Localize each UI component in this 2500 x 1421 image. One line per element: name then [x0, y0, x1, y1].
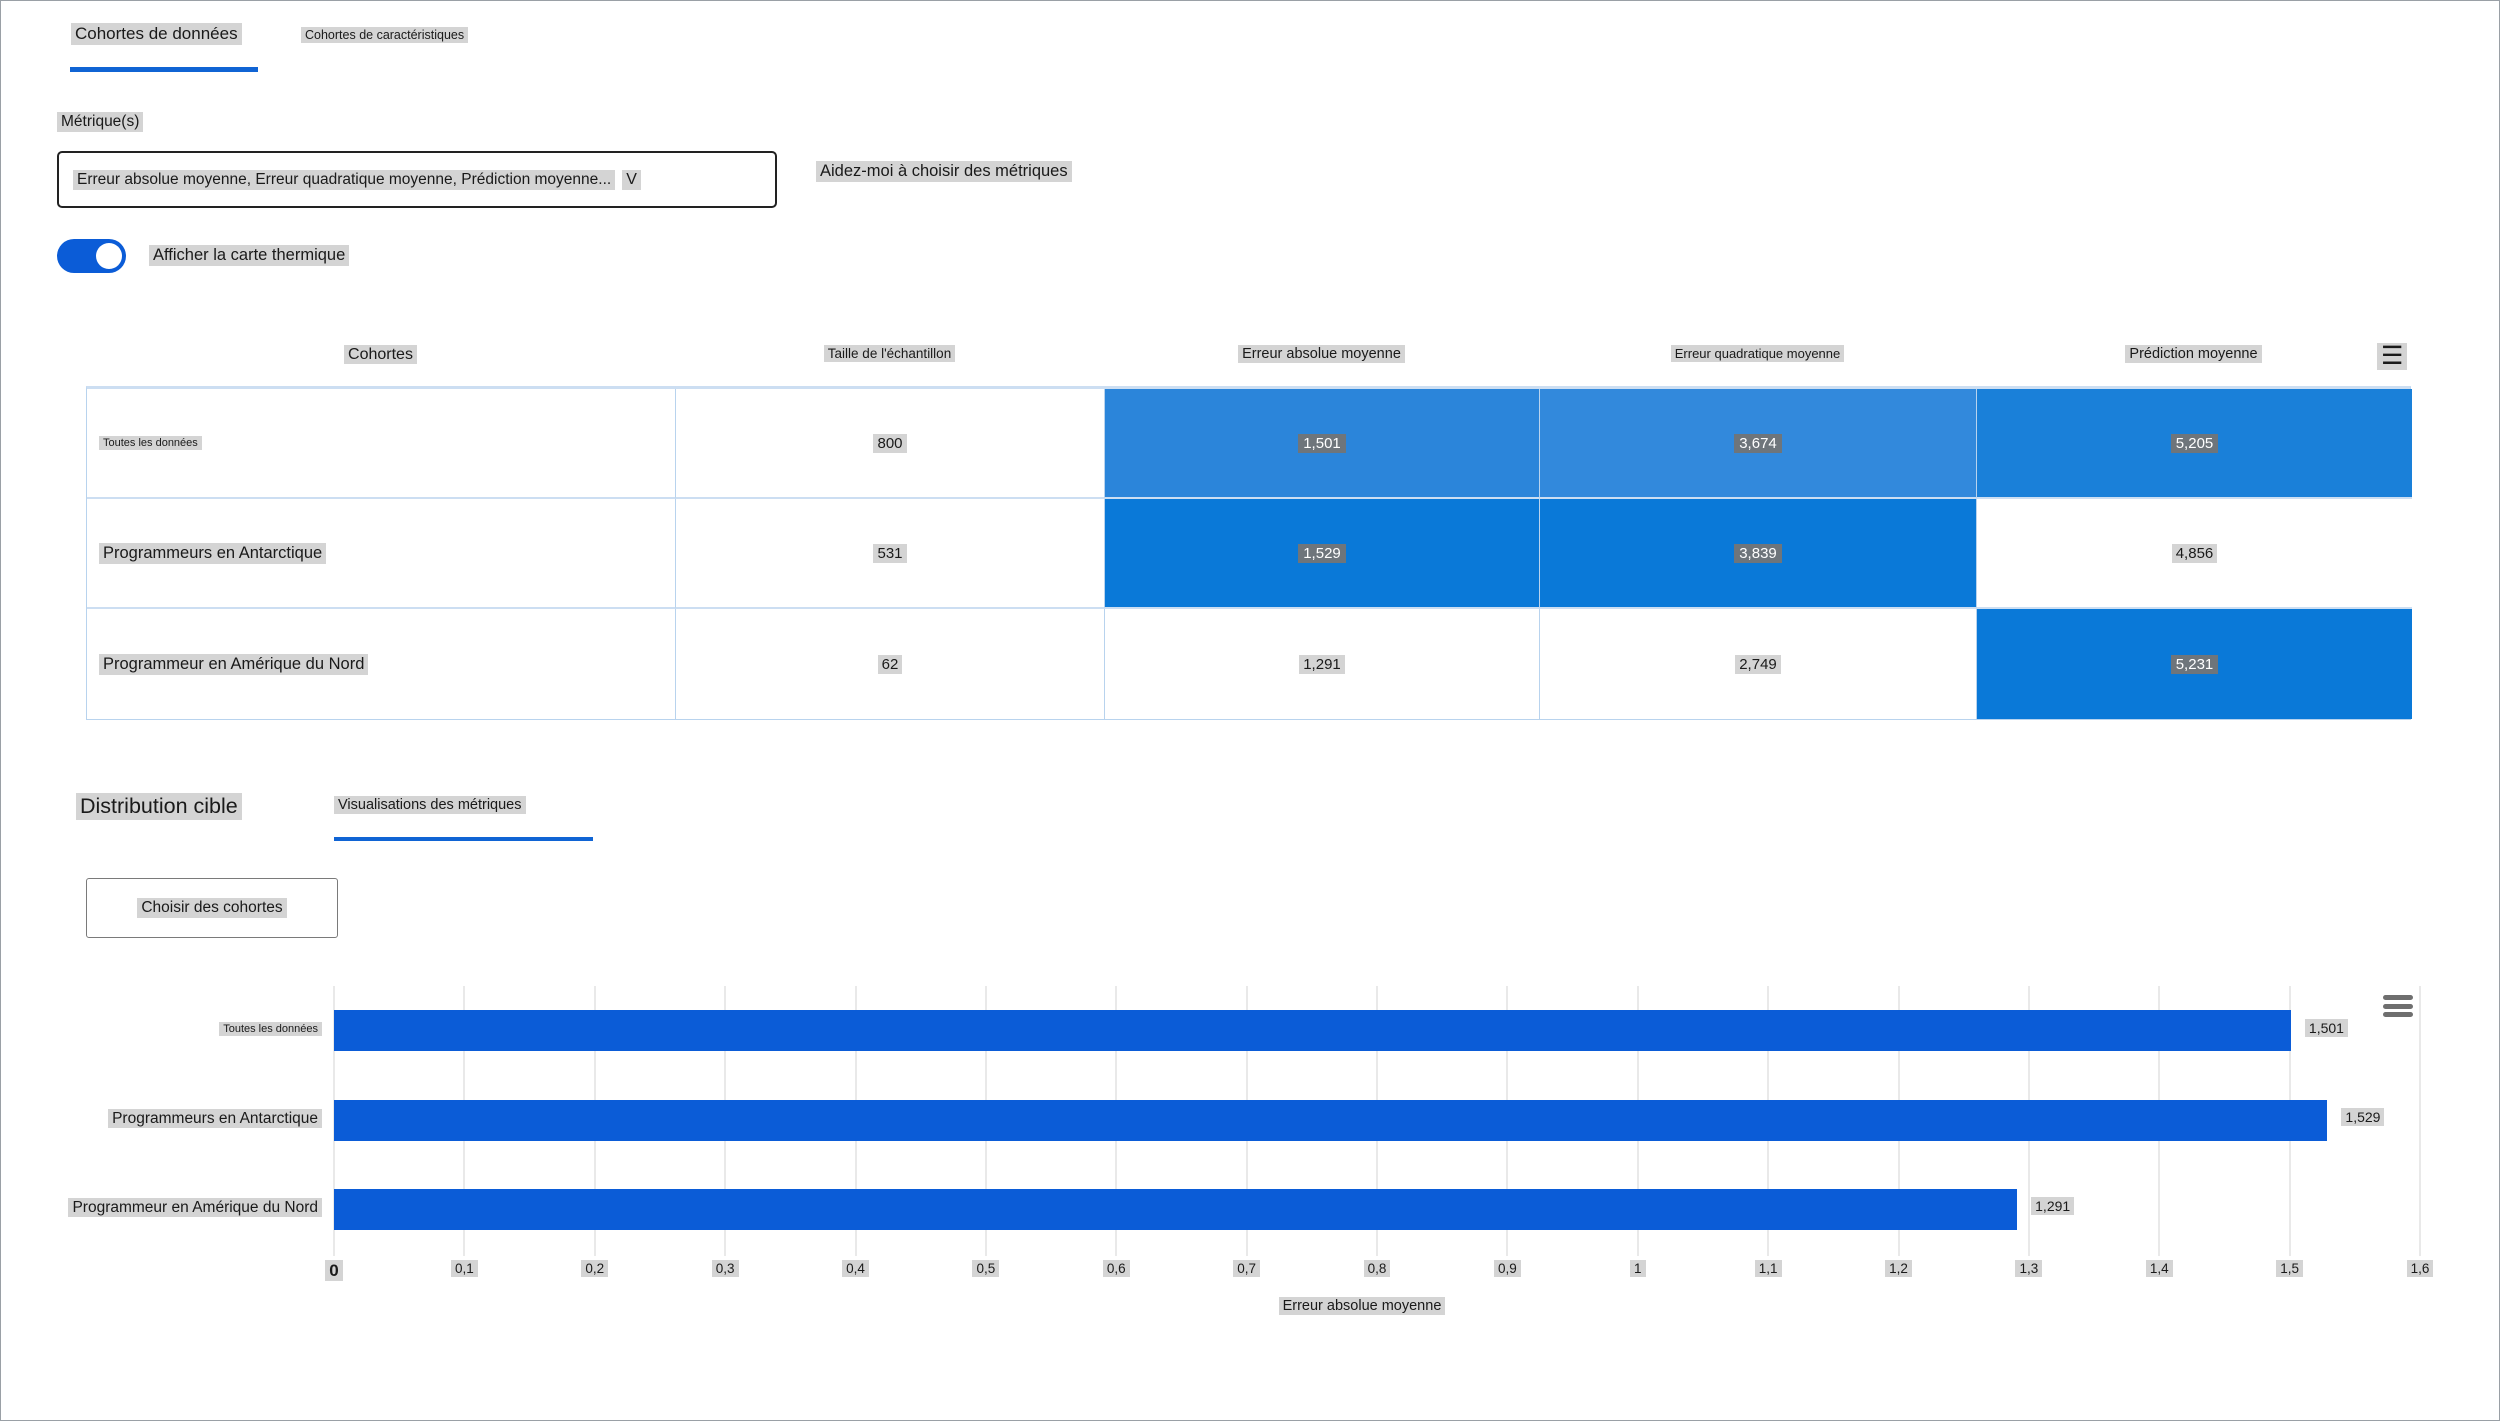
heatmap-value-cell[interactable]: 1,291: [1105, 609, 1540, 719]
heatmap-value-cell[interactable]: 3,839: [1540, 499, 1977, 609]
x-tick-label: 0,8: [1337, 1260, 1417, 1277]
chart-menu-icon[interactable]: [2383, 995, 2413, 1021]
heatmap-value-cell[interactable]: 1,529: [1105, 499, 1540, 609]
x-tick-label: 1,5: [2250, 1260, 2330, 1277]
x-tick-label: 1: [1598, 1260, 1678, 1277]
heatmap-value-cell[interactable]: 1,501: [1105, 389, 1540, 499]
bar-2[interactable]: [334, 1099, 2328, 1141]
x-tick-label: 1,3: [1989, 1260, 2069, 1277]
sample-size-cell: 62: [676, 609, 1105, 719]
toggle-knob-icon: [96, 243, 122, 269]
menu-bar-icon: [2383, 1003, 2413, 1009]
y-axis-category-label: Programmeur en Amérique du Nord: [41, 1198, 322, 1218]
heatmap-toggle-label: Afficher la carte thermique: [149, 245, 350, 266]
metrics-combobox[interactable]: Erreur absolue moyenne, Erreur quadratiq…: [57, 151, 777, 208]
bar-value-label: 1,501: [2304, 1018, 2348, 1037]
heatmap-value-cell[interactable]: 5,205: [1977, 389, 2412, 499]
choose-cohorts-button-label: Choisir des cohortes: [137, 898, 287, 918]
choose-cohorts-button[interactable]: Choisir des cohortes: [86, 878, 338, 938]
cohort-name-cell: Programmeur en Amérique du Nord: [87, 609, 676, 719]
x-tick-label: 0: [294, 1260, 374, 1281]
bar-3[interactable]: [334, 1188, 2018, 1230]
tab-feature-cohorts[interactable]: Cohortes de caractéristiques: [301, 27, 469, 43]
metrics-selected-value: Erreur absolue moyenne, Erreur quadratiq…: [73, 169, 616, 190]
sample-size-cell: 531: [676, 499, 1105, 609]
active-tab-underline: [70, 67, 258, 72]
cohort-name-cell: Toutes les données: [87, 389, 676, 499]
metrics-label: Métrique(s): [57, 112, 144, 132]
x-tick-label: 0,7: [1207, 1260, 1287, 1277]
bar-value-label: 1,291: [2031, 1197, 2075, 1216]
menu-bar-icon: [2383, 1012, 2413, 1017]
table-menu-icon[interactable]: ☰: [2377, 343, 2408, 370]
x-tick-label: 0,5: [946, 1260, 1026, 1277]
heatmap-value-cell[interactable]: 2,749: [1540, 609, 1977, 719]
chevron-down-icon: V: [622, 169, 641, 190]
heatmap-toggle[interactable]: [57, 239, 126, 273]
active-subtab-underline: [334, 837, 593, 841]
help-choose-metrics-link[interactable]: Aidez-moi à choisir des métriques: [816, 161, 1072, 182]
x-tick-label: 0,2: [555, 1260, 635, 1277]
bar-value-label: 1,529: [2341, 1108, 2385, 1126]
col-header-cohorts: Cohortes: [344, 345, 417, 364]
model-overview-page: Cohortes de données Cohortes de caractér…: [0, 0, 2500, 1421]
chart-x-axis-label: Erreur absolue moyenne: [1278, 1297, 1446, 1315]
tab-metric-visualizations[interactable]: Visualisations des métriques: [334, 796, 526, 814]
cohort-name-cell: Programmeurs en Antarctique: [87, 499, 676, 609]
x-tick-label: 0,4: [816, 1260, 896, 1277]
x-tick-label: 1,1: [1728, 1260, 1808, 1277]
x-tick-label: 0,3: [685, 1260, 765, 1277]
table-header-row: Cohortes Taille de l'échantillon Erreur …: [86, 345, 2411, 364]
bar-1[interactable]: [334, 1010, 2291, 1052]
x-tick-label: 1,2: [1859, 1260, 1939, 1277]
sample-size-cell: 800: [676, 389, 1105, 499]
x-tick-label: 0,9: [1467, 1260, 1547, 1277]
x-tick-label: 1,4: [2119, 1260, 2199, 1277]
y-axis-category-label: Toutes les données: [41, 1021, 322, 1036]
heatmap-table: Toutes les données 800 1,501 3,674 5,205 Prog…: [86, 386, 2412, 720]
menu-bar-icon: [2383, 995, 2413, 1000]
tab-data-cohorts[interactable]: Cohortes de données: [71, 23, 242, 45]
x-tick-label: 0,6: [1076, 1260, 1156, 1277]
heatmap-value-cell[interactable]: 3,674: [1540, 389, 1977, 499]
tab-target-distribution[interactable]: Distribution cible: [76, 793, 242, 820]
col-header-mean-squared-error: Erreur quadratique moyenne: [1670, 345, 1845, 362]
col-header-mean-prediction: Prédiction moyenne: [2125, 345, 2262, 363]
heatmap-value-cell[interactable]: 5,231: [1977, 609, 2412, 719]
x-tick-label: 0,1: [424, 1260, 504, 1277]
heatmap-value-cell[interactable]: 4,856: [1977, 499, 2412, 609]
x-tick-label: 1,6: [2380, 1260, 2460, 1277]
col-header-sample-size: Taille de l'échantillon: [823, 345, 956, 362]
y-axis-category-label: Programmeurs en Antarctique: [41, 1109, 322, 1128]
col-header-mean-absolute-error: Erreur absolue moyenne: [1238, 345, 1405, 363]
chart-gridline: [2419, 986, 2421, 1256]
